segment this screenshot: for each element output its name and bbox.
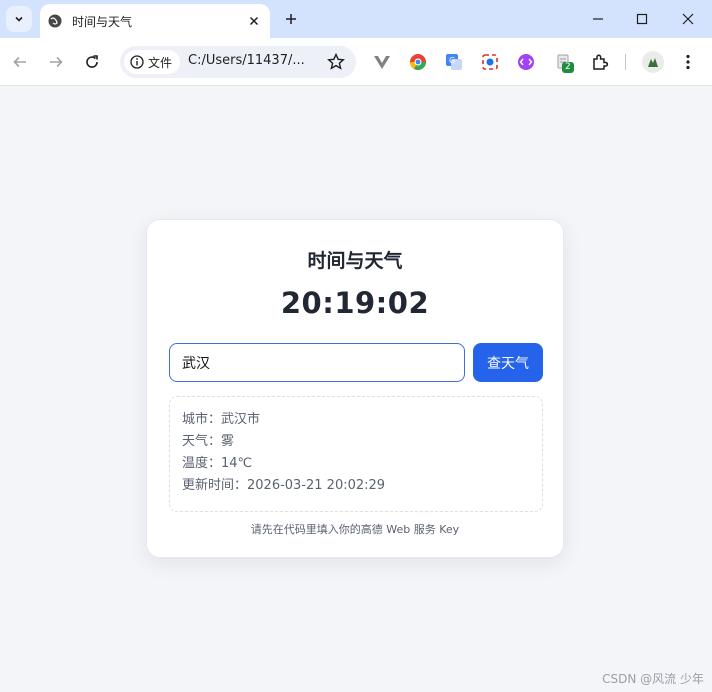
star-icon[interactable] — [326, 52, 346, 72]
browser-tab[interactable]: 时间与天气 — [40, 4, 270, 38]
csdn-watermark: CSDN @风流 少年 — [602, 672, 704, 686]
plus-icon — [286, 14, 296, 24]
reload-button[interactable] — [82, 52, 102, 72]
tab-close-icon[interactable] — [246, 13, 262, 29]
temperature-line: 温度：14℃ — [182, 456, 253, 471]
toolbar-separator — [625, 54, 626, 70]
profile-avatar[interactable] — [642, 51, 664, 73]
browser-menu-button[interactable] — [680, 52, 696, 72]
extension-with-badge[interactable]: 2 — [554, 52, 574, 73]
info-icon — [130, 55, 144, 69]
forward-button[interactable] — [46, 52, 66, 72]
puzzle-icon — [593, 54, 609, 70]
updated-time-line: 更新时间：2026-03-21 20:02:29 — [182, 478, 386, 493]
city-input[interactable] — [169, 343, 465, 382]
city-line: 城市：武汉市 — [182, 412, 261, 427]
maximize-button[interactable] — [632, 10, 652, 28]
url-text: C:/Users/11437/... — [188, 53, 305, 68]
arrow-left-icon — [13, 56, 26, 68]
new-tab-button[interactable] — [282, 10, 300, 28]
color-wheel-icon — [410, 54, 426, 70]
extension-screenshot[interactable] — [480, 52, 500, 72]
weather-card: 时间与天气 20:19:02 查天气 城市：武汉市 天气：雾 温度：14℃ 更新… — [146, 219, 564, 558]
extension-purple[interactable] — [516, 52, 536, 72]
browser-titlebar: 时间与天气 — [0, 0, 712, 38]
more-vertical-icon — [686, 54, 690, 70]
tab-title: 时间与天气 — [72, 14, 133, 29]
code-globe-icon — [518, 54, 534, 70]
card-title: 时间与天气 — [307, 250, 403, 272]
current-time: 20:19:02 — [280, 286, 430, 320]
site-chip-label: 文件 — [148, 55, 173, 70]
vue-icon — [374, 56, 390, 69]
reload-icon — [86, 55, 98, 68]
api-key-note: 请先在代码里填入你的高德 Web 服务 Key — [250, 523, 460, 536]
weather-line: 天气：雾 — [182, 434, 235, 449]
minimize-button[interactable] — [588, 10, 608, 28]
globe-icon — [48, 14, 62, 28]
weather-info-box: 城市：武汉市 天气：雾 温度：14℃ 更新时间：2026-03-21 20:02… — [169, 396, 543, 512]
query-weather-button[interactable]: 查天气 — [473, 343, 543, 382]
profile-icon — [648, 58, 658, 67]
translate-icon: G — [446, 54, 462, 70]
arrow-right-icon — [50, 56, 63, 68]
address-bar[interactable]: 文件 C:/Users/11437/... — [120, 46, 356, 78]
chevron-down-icon — [15, 16, 23, 22]
close-icon — [682, 13, 694, 25]
extensions-menu-button[interactable] — [590, 52, 610, 72]
extension-vue-devtools[interactable] — [372, 52, 392, 72]
maximize-icon — [636, 13, 648, 25]
svg-text:G: G — [449, 56, 455, 65]
extension-badge: 2 — [562, 62, 574, 73]
camera-icon — [482, 54, 498, 70]
window-close-button[interactable] — [678, 10, 698, 28]
site-info-chip[interactable]: 文件 — [124, 50, 180, 74]
tab-search-button[interactable] — [6, 6, 32, 32]
minimize-icon — [593, 18, 603, 20]
browser-toolbar: 文件 C:/Users/11437/... G 2 — [0, 38, 712, 86]
extension-translate[interactable]: G — [444, 52, 464, 72]
back-button[interactable] — [10, 52, 30, 72]
extension-chrome-color[interactable] — [408, 52, 428, 72]
